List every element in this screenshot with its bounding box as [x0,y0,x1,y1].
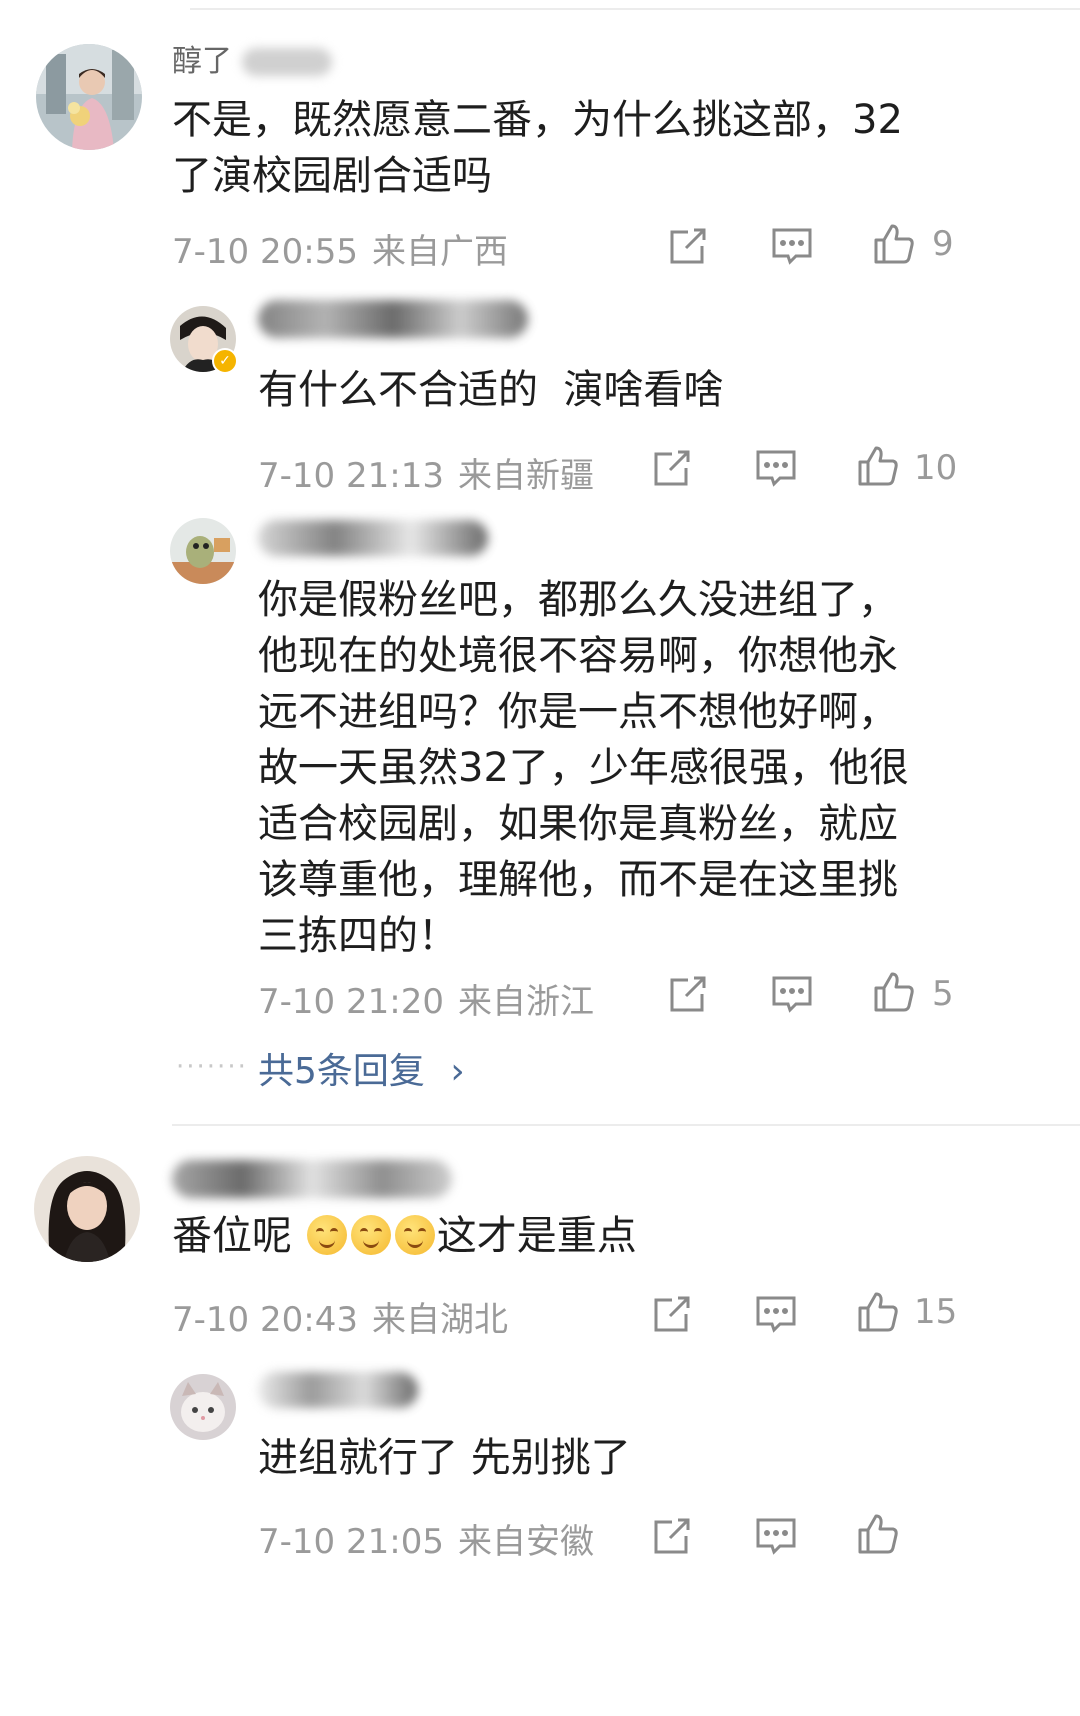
like-count: 5 [932,974,954,1014]
comment-text: 番位呢 这才是重点 [172,1213,637,1259]
more-replies-dots: ······· [176,1052,248,1082]
reply-time: 7-10 21:05 [258,1522,444,1562]
thumbs-up-icon[interactable] [872,970,916,1014]
thumbs-up-icon[interactable] [856,444,900,488]
comment-location: 来自湖北 [371,1300,508,1340]
share-edit-icon[interactable] [650,1514,694,1558]
username[interactable] [258,514,498,558]
reply-location: 来自安徽 [457,1522,594,1562]
top-divider [190,8,1080,10]
comment-text: 不是，既然愿意二番，为什么挑这部，32了演校园剧合适吗 [172,97,903,199]
comment-icon[interactable] [754,446,798,490]
avatar[interactable] [170,1374,236,1440]
reply-location: 来自新疆 [457,456,594,496]
share-edit-icon[interactable] [666,224,710,268]
reply-text: 有什么不合适的 演啥看啥 [258,367,724,413]
comment-divider [172,1124,1080,1126]
reply-text: 你是假粉丝吧，都那么久没进组了，他现在的处境很不容易啊，你想他永远不进组吗？你是… [258,577,909,959]
username-redaction [258,300,528,338]
more-replies-link[interactable]: 共5条回复 › [258,1042,465,1094]
reply-meta: 7-10 21:05 来自安徽 [258,1514,594,1563]
username[interactable]: 醇了 [172,40,332,84]
reply-text: 进组就行了 先别挑了 [258,1435,631,1481]
reply-location: 来自浙江 [457,982,594,1022]
smile-emoji-icon [306,1215,347,1255]
like-count: 9 [932,224,954,264]
username[interactable] [258,1366,428,1410]
reply-meta: 7-10 21:13 来自新疆 [258,448,594,497]
reply-meta: 7-10 21:20 来自浙江 [258,974,594,1023]
username-redaction [172,1160,452,1198]
username-redaction [258,520,488,556]
share-edit-icon[interactable] [666,972,710,1016]
username-redaction [258,1372,418,1408]
thumbs-up-icon[interactable] [872,222,916,266]
avatar[interactable] [34,1156,140,1262]
comment-meta: 7-10 20:55 来自广西 [172,224,508,273]
verified-badge-icon: ✓ [212,348,238,374]
share-edit-icon[interactable] [650,446,694,490]
comment-icon[interactable] [754,1292,798,1336]
smile-emoji-icon [394,1215,435,1255]
comment-time: 7-10 20:43 [172,1300,358,1340]
comment-meta: 7-10 20:43 来自湖北 [172,1292,508,1341]
comment-icon[interactable] [770,972,814,1016]
like-count: 15 [914,1292,958,1332]
username-redaction [242,48,332,76]
comment-icon[interactable] [770,224,814,268]
username[interactable] [258,296,538,340]
more-replies-label: 共5条回复 [258,1051,425,1092]
like-count: 10 [914,448,958,488]
comment-time: 7-10 20:55 [172,232,358,272]
username[interactable] [172,1156,462,1200]
thumbs-up-icon[interactable] [856,1512,900,1556]
share-edit-icon[interactable] [650,1292,694,1336]
avatar[interactable] [36,44,142,150]
reply-time: 7-10 21:20 [258,982,444,1022]
reply-time: 7-10 21:13 [258,456,444,496]
avatar[interactable] [170,518,236,584]
chevron-right-icon: › [450,1051,465,1092]
comment-location: 来自广西 [371,232,508,272]
comment-icon[interactable] [754,1514,798,1558]
smile-emoji-icon [350,1215,391,1255]
thumbs-up-icon[interactable] [856,1290,900,1334]
